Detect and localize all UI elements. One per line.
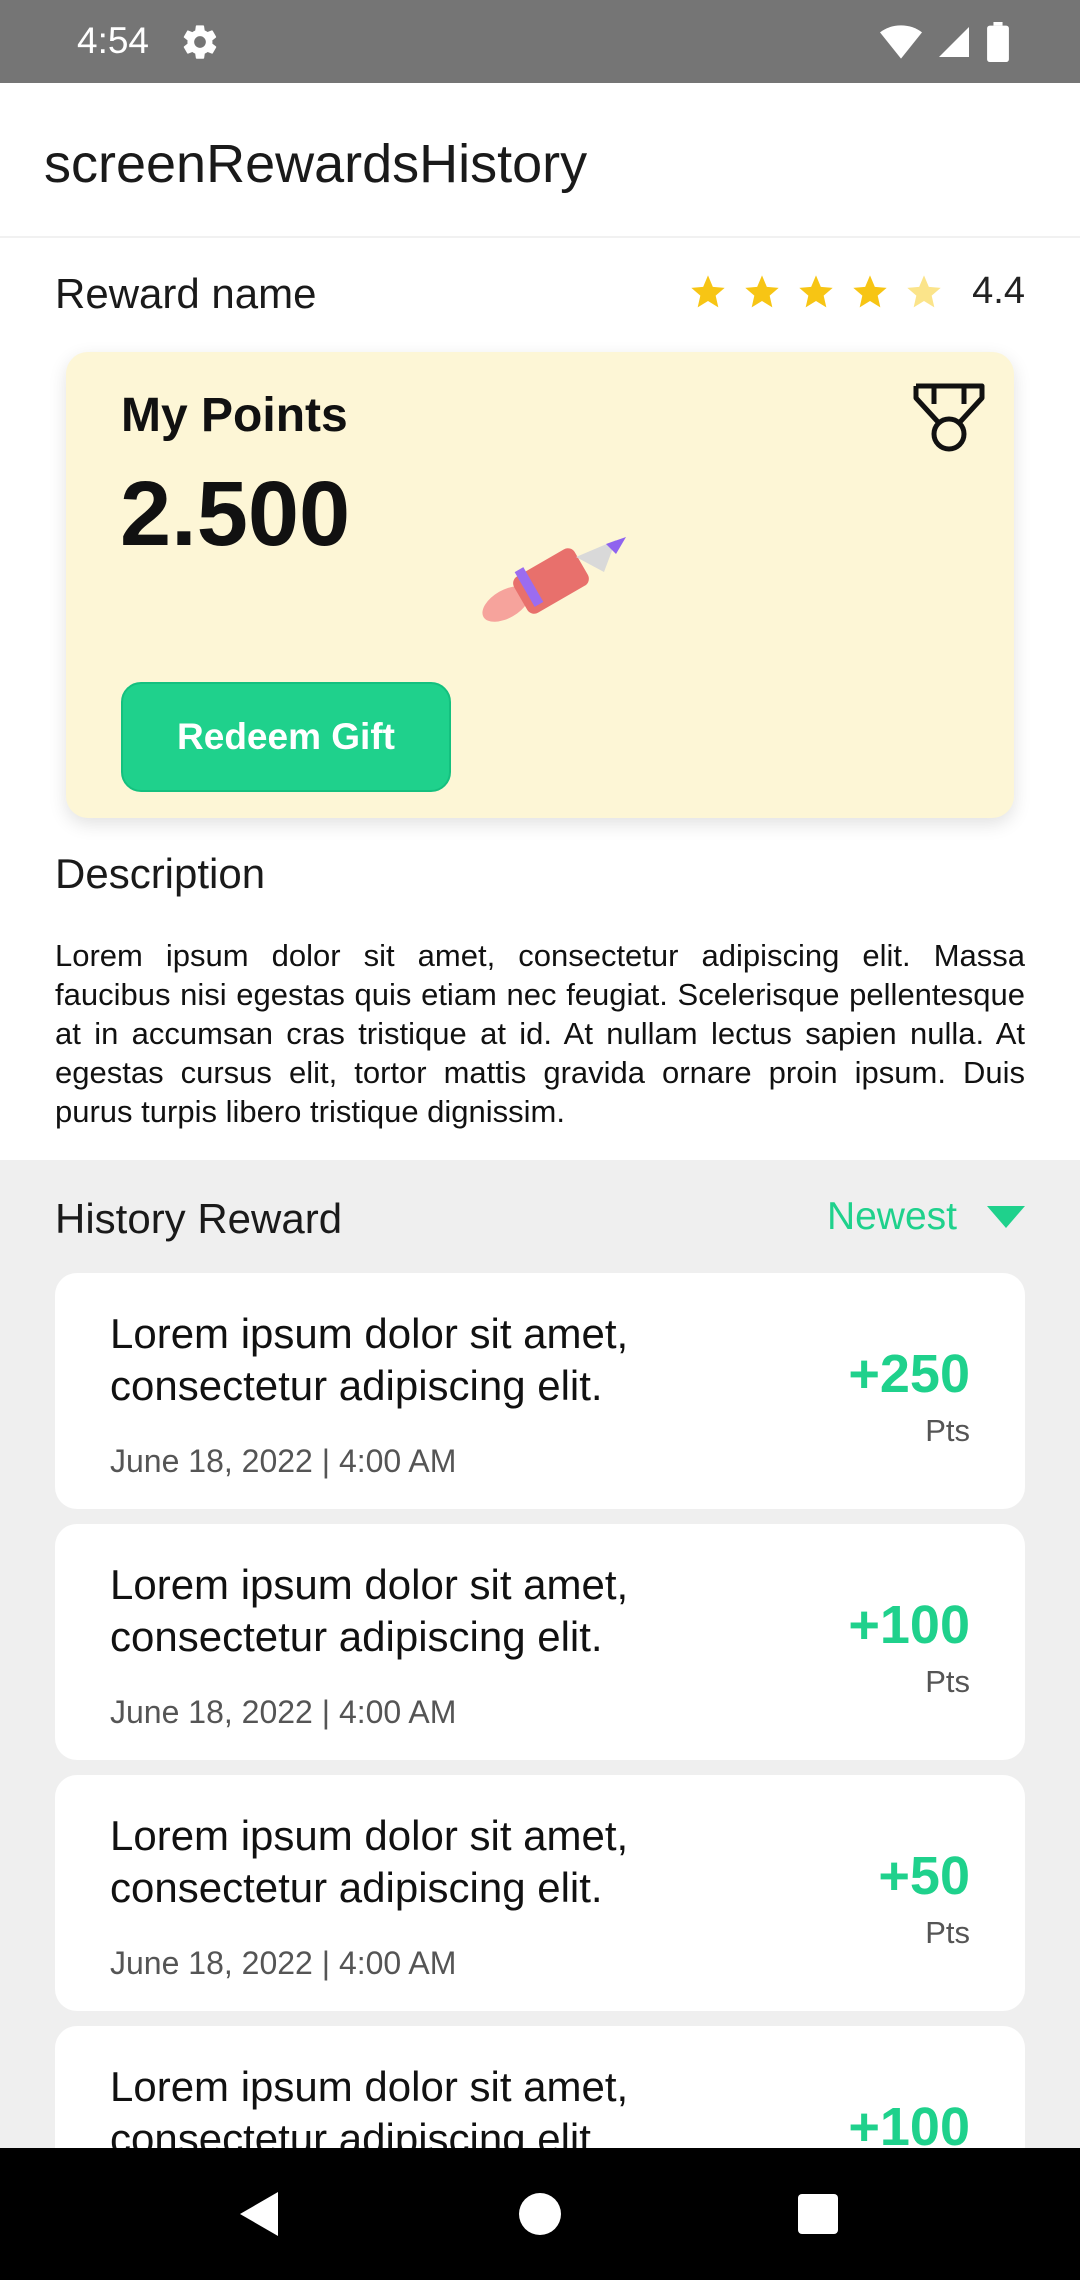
history-item[interactable]: Lorem ipsum dolor sit amet, consectetur … — [55, 1775, 1025, 2011]
history-item-unit: Pts — [925, 1915, 970, 1950]
history-item-points: +100 — [848, 2097, 970, 2148]
history-item-text: Lorem ipsum dolor sit amet, consectetur … — [110, 1561, 629, 1660]
wifi-icon — [880, 25, 922, 59]
star-icon — [691, 274, 725, 307]
points-card: My Points 2.500 Redeem Gift — [66, 352, 1014, 818]
caret-down-icon — [987, 1206, 1025, 1228]
home-icon[interactable] — [514, 2188, 566, 2240]
history-item[interactable]: Lorem ipsum dolor sit amet, consectetur … — [55, 2026, 1025, 2148]
history-item-text: Lorem ipsum dolor sit amet, consectetur … — [110, 1812, 629, 1911]
sort-dropdown[interactable]: Newest — [827, 1195, 1025, 1239]
back-icon[interactable] — [234, 2188, 286, 2240]
history-title: History Reward — [55, 1195, 343, 1242]
history-item-unit: Pts — [925, 1664, 970, 1699]
history-section: History Reward Newest Lorem ipsum dolor … — [0, 1160, 1080, 2148]
status-bar: 4:54 — [0, 0, 1080, 83]
status-time: 4:54 — [77, 20, 150, 61]
star-icon — [799, 274, 833, 307]
history-item-text: Lorem ipsum dolor sit amet, consectetur … — [110, 2063, 629, 2148]
star-icon — [907, 274, 941, 307]
history-item-date: June 18, 2022 | 4:00 AM — [110, 1443, 457, 1479]
app-bar: screenRewardsHistory — [0, 83, 1080, 238]
description-title: Description — [55, 850, 266, 897]
points-label: My Points — [121, 389, 348, 442]
recents-icon[interactable] — [792, 2188, 844, 2240]
signal-icon — [939, 27, 969, 57]
points-value: 2.500 — [120, 463, 351, 565]
gear-icon — [183, 25, 217, 59]
page-title: screenRewardsHistory — [44, 134, 588, 194]
navigation-bar — [0, 2148, 1080, 2280]
history-item-points: +250 — [848, 1344, 970, 1404]
reward-name: Reward name — [55, 270, 317, 317]
star-icon — [745, 274, 779, 307]
rating: 4.4 — [688, 270, 1025, 313]
medal-icon — [913, 383, 985, 452]
history-item-points: +100 — [848, 1595, 970, 1655]
history-item[interactable]: Lorem ipsum dolor sit amet, consectetur … — [55, 1273, 1025, 1509]
description-text: Lorem ipsum dolor sit amet, consectetur … — [55, 938, 1025, 1129]
sort-label: Newest — [826, 1195, 957, 1238]
star-icon — [853, 274, 887, 307]
history-item-date: June 18, 2022 | 4:00 AM — [110, 1945, 457, 1981]
reward-header: Reward name 4.4 — [55, 270, 1025, 330]
history-item-unit: Pts — [925, 1413, 970, 1448]
battery-icon — [987, 22, 1009, 62]
history-item-points: +50 — [878, 1846, 970, 1906]
rating-value: 4.4 — [972, 270, 1025, 312]
status-icons — [880, 22, 1010, 62]
history-item-text: Lorem ipsum dolor sit amet, consectetur … — [110, 1310, 629, 1409]
rocket-icon — [482, 537, 626, 622]
history-item-date: June 18, 2022 | 4:00 AM — [110, 1694, 457, 1730]
redeem-gift-button[interactable]: Redeem Gift — [121, 682, 451, 792]
history-item[interactable]: Lorem ipsum dolor sit amet, consectetur … — [55, 1524, 1025, 1760]
